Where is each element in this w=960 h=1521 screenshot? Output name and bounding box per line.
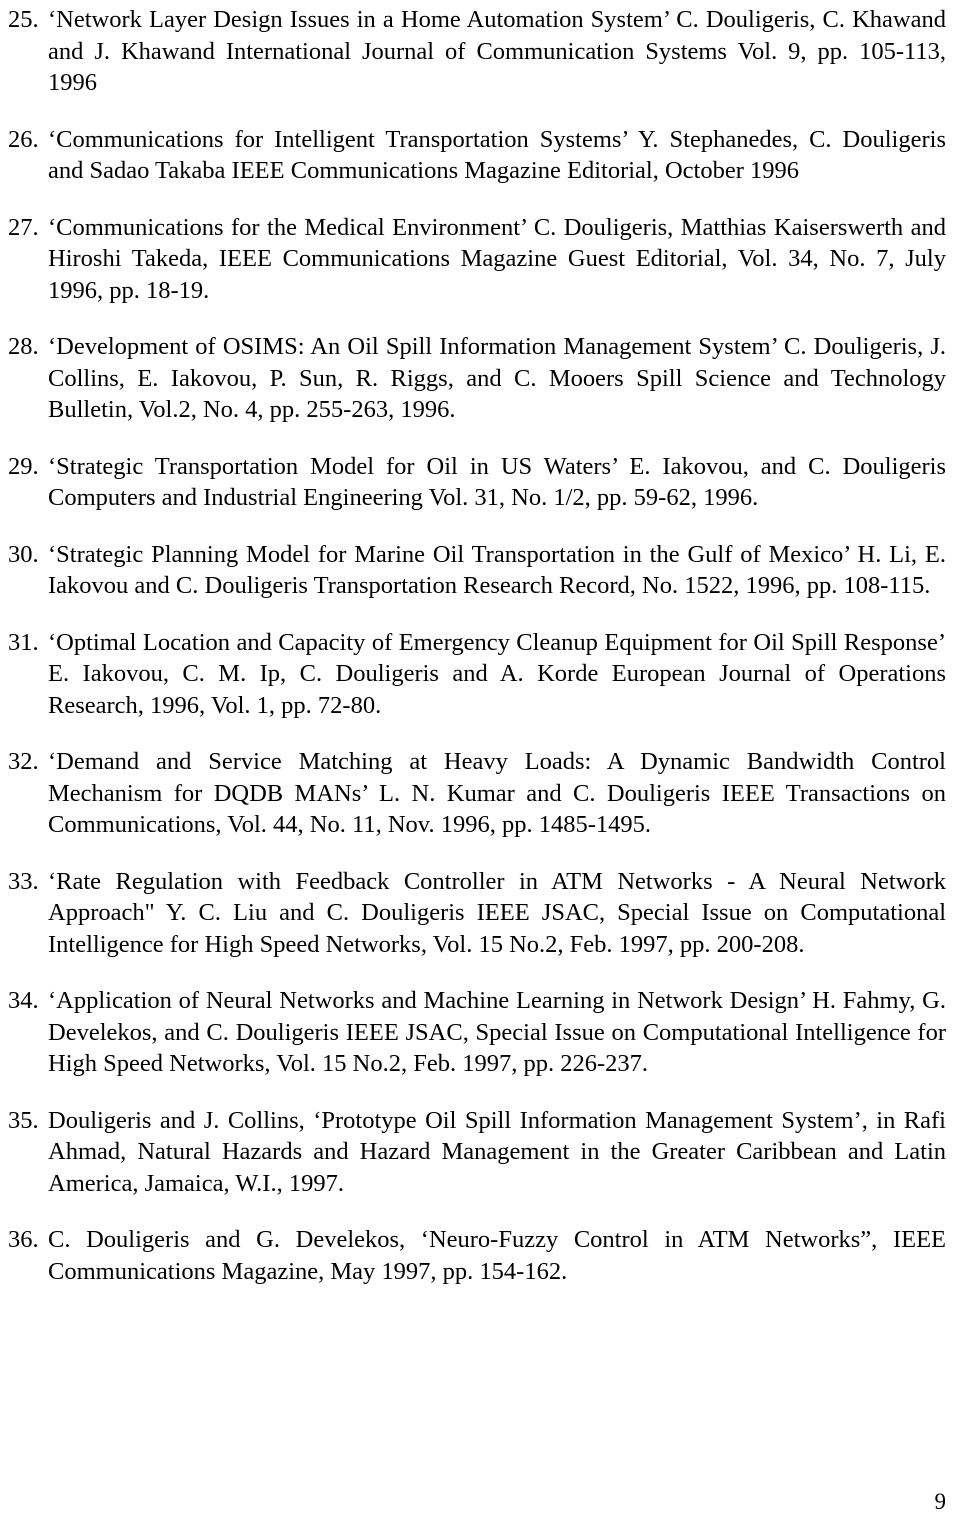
reference-number: 36. [8, 1226, 39, 1253]
reference-entry: 34. ‘Application of Neural Networks and M… [8, 985, 946, 1080]
reference-number: 27. [8, 213, 39, 241]
reference-text: ‘Communications for Intelligent Transpor… [48, 125, 946, 185]
reference-text: ‘Application of Neural Networks and Mach… [48, 987, 946, 1077]
reference-entry: 36. C. Douligeris and G. Develekos, ‘Neur… [8, 1224, 946, 1287]
reference-number: 28. [8, 333, 39, 360]
reference-text: Douligeris and J. Collins, ‘Prototype Oi… [48, 1106, 946, 1197]
reference-entry: 30. ‘Strategic Planning Model for Marine … [8, 539, 946, 602]
reference-number: 34. [8, 987, 39, 1014]
reference-number: 25. [8, 6, 39, 33]
reference-text: ‘Development of OSIMS: An Oil Spill Info… [48, 333, 946, 423]
reference-text: ‘Strategic Transportation Model for Oil … [48, 452, 946, 512]
reference-entry: 25. ‘Network Layer Design Issues in a Hom… [8, 4, 946, 99]
reference-text: ‘Optimal Location and Capacity of Emerge… [48, 628, 946, 719]
reference-entry: 29. ‘Strategic Transportation Model for O… [8, 451, 946, 514]
reference-text: ‘Demand and Service Matching at Heavy Lo… [48, 748, 946, 838]
reference-number: 32. [8, 748, 39, 775]
reference-text: ‘Rate Regulation with Feedback Controlle… [48, 867, 946, 958]
reference-entry: 31. ‘Optimal Location and Capacity of Eme… [8, 627, 946, 722]
reference-number: 33. [8, 867, 39, 895]
reference-number: 30. [8, 540, 39, 568]
reference-entry: 35. Douligeris and J. Collins, ‘Prototype… [8, 1105, 946, 1200]
reference-number: 35. [8, 1106, 39, 1134]
reference-list: 25. ‘Network Layer Design Issues in a Hom… [8, 4, 946, 1312]
reference-text: ‘Strategic Planning Model for Marine Oil… [48, 540, 946, 600]
reference-text: C. Douligeris and G. Develekos, ‘Neuro-F… [48, 1226, 946, 1285]
reference-text: ‘Network Layer Design Issues in a Home A… [48, 6, 946, 96]
document-page: 25. ‘Network Layer Design Issues in a Hom… [0, 0, 960, 1521]
reference-entry: 28. ‘Development of OSIMS: An Oil Spill I… [8, 331, 946, 426]
page-number: 9 [934, 1489, 947, 1514]
reference-number: 29. [8, 452, 39, 480]
reference-number: 31. [8, 628, 39, 656]
reference-entry: 27. ‘Communications for the Medical Envir… [8, 212, 946, 307]
reference-entry: 32. ‘Demand and Service Matching at Heavy… [8, 746, 946, 841]
reference-entry: 26. ‘Communications for Intelligent Trans… [8, 124, 946, 187]
reference-entry: 33. ‘Rate Regulation with Feedback Contro… [8, 866, 946, 961]
reference-number: 26. [8, 125, 39, 153]
reference-text: ‘Communications for the Medical Environm… [48, 213, 946, 304]
